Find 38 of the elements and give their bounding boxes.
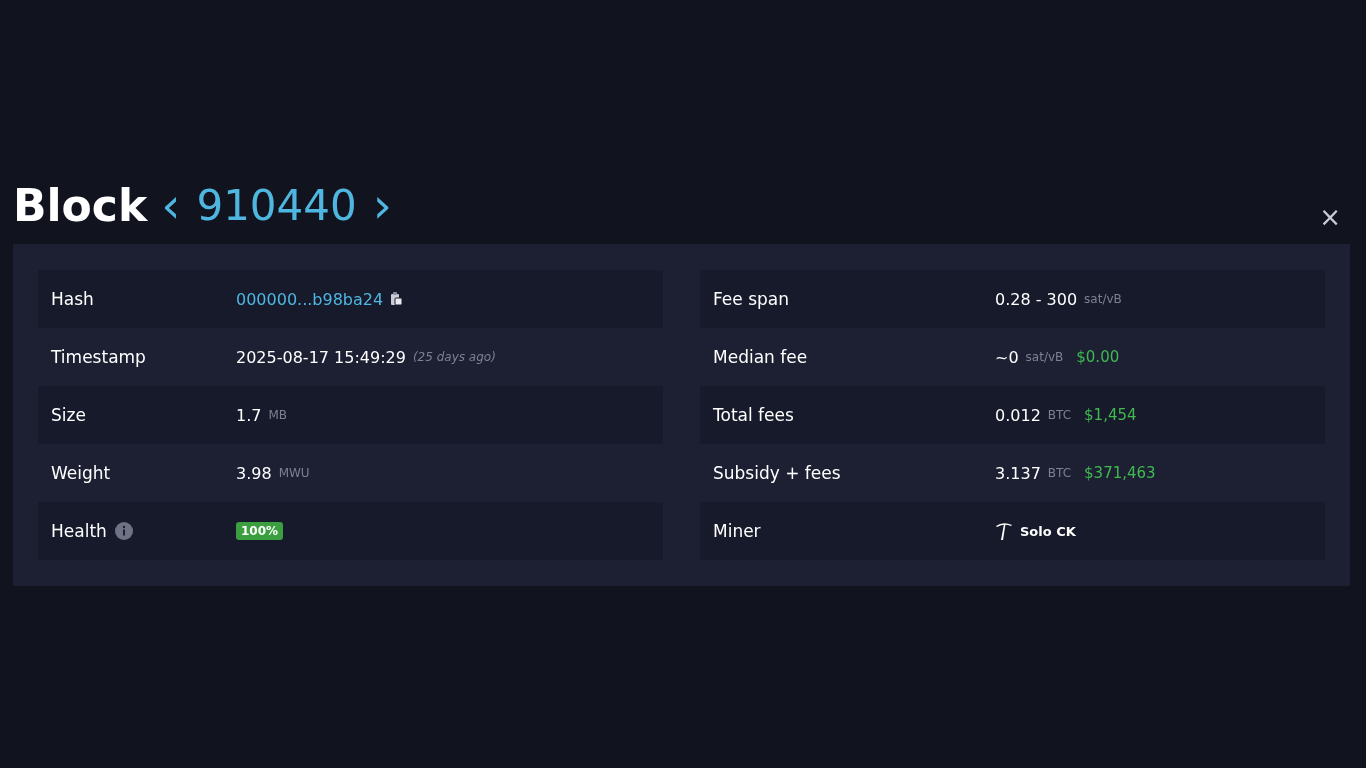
row-label: Size xyxy=(51,405,86,425)
row-label: Miner xyxy=(713,521,761,541)
unit-label: sat/vB xyxy=(1084,292,1122,306)
hash-link[interactable]: 000000...b98ba24 xyxy=(236,289,384,309)
row-label: Health xyxy=(51,521,107,541)
row-value: 1.7 xyxy=(236,405,262,425)
row-value: 0.012 xyxy=(995,405,1041,425)
row-value: ~0 xyxy=(995,347,1019,367)
relative-time: (25 days ago) xyxy=(412,350,496,364)
row-value: 0.28 - 300 xyxy=(995,289,1078,309)
unit-label: MWU xyxy=(278,466,310,480)
unit-label: MB xyxy=(268,408,288,422)
copy-icon[interactable] xyxy=(390,292,404,306)
fiat-value: $371,463 xyxy=(1084,464,1156,482)
close-button[interactable]: × xyxy=(1319,202,1341,232)
fiat-value: $0.00 xyxy=(1076,348,1120,366)
row-value: 3.98 xyxy=(236,463,272,483)
row-label: Fee span xyxy=(713,289,789,309)
miner-name: Solo CK xyxy=(1020,523,1076,539)
row-label: Subsidy + fees xyxy=(713,463,841,483)
row-value: 3.137 xyxy=(995,463,1041,483)
next-block-button[interactable]: › xyxy=(372,181,392,229)
row-label: Weight xyxy=(51,463,111,483)
block-number: 910440 xyxy=(196,180,357,230)
previous-block-button[interactable]: ‹ xyxy=(161,181,181,229)
info-icon[interactable] xyxy=(114,522,133,540)
health-badge: 100% xyxy=(236,522,284,540)
row-label: Median fee xyxy=(713,347,808,367)
row-label: Total fees xyxy=(713,405,794,425)
page-title: Block xyxy=(13,179,148,231)
unit-label: BTC xyxy=(1047,466,1072,480)
row-label: Timestamp xyxy=(51,347,146,367)
unit-label: BTC xyxy=(1047,408,1072,422)
row-label: Hash xyxy=(51,289,94,309)
fiat-value: $1,454 xyxy=(1084,406,1137,424)
row-value: 2025-08-17 15:49:29 xyxy=(236,347,406,367)
unit-label: sat/vB xyxy=(1025,350,1064,364)
pickaxe-icon xyxy=(995,521,1013,541)
